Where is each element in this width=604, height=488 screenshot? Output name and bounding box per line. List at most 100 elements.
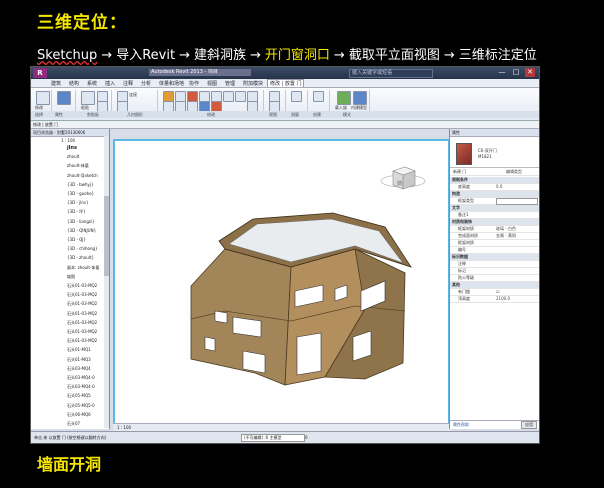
browser-view-item[interactable]: {3D - 坪} [67, 209, 86, 215]
trim-icon[interactable] [235, 91, 246, 102]
project-browser-header: 项目浏览器 - 别墅20130606 [31, 129, 109, 137]
property-value-field[interactable] [496, 198, 538, 205]
instance-selector[interactable]: 新建 门 [453, 169, 466, 175]
tab-annotate[interactable]: 注释 [123, 80, 133, 87]
tab-structure[interactable]: 结构 [69, 80, 79, 87]
property-row[interactable]: 有门槛 ☑ [450, 289, 539, 296]
workset-dropdown[interactable]: (不可编辑) :0 主模型 [241, 434, 305, 442]
create-group-icon[interactable] [313, 91, 324, 102]
property-row[interactable]: 框架材质 玻璃 - 白色 [450, 226, 539, 233]
property-row[interactable]: 顶高度 2100.0 [450, 296, 539, 303]
close-button[interactable]: ✕ [525, 68, 535, 77]
property-row[interactable]: 框架类型 [450, 198, 539, 205]
property-section[interactable]: 文字 [450, 205, 539, 212]
tab-analyze[interactable]: 分析 [141, 80, 151, 87]
property-row[interactable]: 标记 [450, 268, 539, 275]
revit-logo-icon[interactable]: R [33, 68, 47, 78]
browser-view-item[interactable]: {3D - guohe} [67, 191, 94, 196]
browser-view-item[interactable]: zhoult-体量 [67, 163, 89, 169]
browser-view-item[interactable]: 石头01-03-MQ2 [67, 311, 97, 317]
tab-massing[interactable]: 体量和场地 [159, 80, 184, 87]
browser-scale[interactable]: 1 : 100 [61, 138, 75, 143]
3d-viewport[interactable]: 前 [113, 139, 450, 426]
browser-view-item[interactable]: {3D - QJ} [67, 237, 86, 242]
view-scale[interactable]: 1 : 100 [117, 424, 131, 431]
maximize-button[interactable]: □ [511, 68, 521, 77]
properties-palette: 属性 C6-双开门 M1821 新建 门 编辑类型 限制条件 底高度 0.0 构造 框架… [449, 129, 539, 429]
property-value[interactable]: 2100.0 [496, 296, 510, 302]
panel-view: 视图 [269, 112, 277, 117]
properties-help-link[interactable]: 属性帮助 [453, 421, 469, 429]
tab-modify-place-door[interactable]: 修改 | 放置 门 [267, 79, 305, 87]
browser-view-item[interactable]: 石头01-03-MQ2 [67, 301, 97, 307]
property-row[interactable]: 注释 [450, 261, 539, 268]
browser-scrollbar[interactable] [104, 136, 109, 428]
browser-view-item[interactable]: 石头01-MQ1 [67, 347, 91, 353]
measure-icon[interactable] [291, 91, 302, 102]
browser-view-item[interactable]: 石头07 [67, 421, 80, 427]
rotate-icon[interactable] [223, 91, 234, 102]
property-section[interactable]: 限制条件 [450, 177, 539, 184]
browser-view-item[interactable]: zhoult [67, 154, 79, 159]
property-section[interactable]: 标识数据 [450, 254, 539, 261]
browser-view-item[interactable]: 石头06-MQ6 [67, 412, 91, 418]
browser-view-item[interactable]: 石头05-MQ5-0 [67, 403, 95, 409]
load-family-icon[interactable] [337, 91, 351, 105]
property-value[interactable]: 金属 - 黄铜 [496, 233, 516, 239]
minimize-button[interactable]: — [497, 68, 507, 77]
tab-systems[interactable]: 系统 [87, 80, 97, 87]
browser-view-item[interactable]: 石头03-MQ4 [67, 366, 91, 372]
browser-view-item[interactable]: 副本: zhoult-体量 [67, 265, 99, 271]
property-value[interactable]: ☑ [496, 289, 500, 295]
property-value[interactable]: 玻璃 - 白色 [496, 226, 516, 232]
browser-view-item[interactable]: {3D - chihong} [67, 246, 98, 251]
inplace-model-icon[interactable] [353, 91, 367, 105]
browser-view-item[interactable]: 石头01-03-MQ2 [67, 329, 97, 335]
modify-tool-icon[interactable] [36, 91, 50, 105]
browser-view-item[interactable]: {3D - bwhyj} [67, 182, 94, 187]
tab-insert[interactable]: 插入 [105, 80, 115, 87]
tab-collaborate[interactable]: 协作 [189, 80, 199, 87]
properties-icon[interactable] [57, 91, 71, 105]
scrollbar-thumb[interactable] [104, 196, 109, 276]
browser-view-item[interactable]: {3D - zhoult} [67, 255, 94, 260]
tab-architecture[interactable]: 建筑 [51, 80, 61, 87]
property-key: 框架材质 [458, 226, 474, 231]
property-value[interactable]: 0.0 [496, 184, 502, 190]
browser-view-item[interactable]: {3D - jlns} [67, 200, 89, 205]
property-section[interactable]: 其他 [450, 282, 539, 289]
tab-addins[interactable]: 附加模块 [243, 80, 263, 87]
type-selector[interactable]: C6-双开门 M1821 [450, 137, 539, 168]
browser-view-item[interactable]: zhoult-导sketch [67, 173, 98, 179]
property-row[interactable]: 框架材质 [450, 240, 539, 247]
browser-view-item[interactable]: 石头01-03-MQ2 [67, 338, 97, 344]
property-row[interactable]: 防火等级 [450, 275, 539, 282]
browser-view-item[interactable]: 石头03-MQ4-0 [67, 384, 95, 390]
browser-view-item[interactable]: 石头05-MQ5 [67, 393, 91, 399]
property-key: 限制条件 [452, 177, 468, 182]
browser-view-item[interactable]: 坡图 [67, 274, 75, 280]
browser-view-item[interactable]: 石头03-MQ4-0 [67, 375, 95, 381]
edit-type-button[interactable]: 编辑类型 [506, 169, 522, 175]
search-input[interactable]: 键入关键字或短语 [349, 69, 433, 78]
browser-view-item[interactable]: 石头01-MQ3 [67, 357, 91, 363]
property-row[interactable]: 备注1 [450, 212, 539, 219]
property-section[interactable]: 构造 [450, 191, 539, 198]
apply-button[interactable]: 应用 [521, 421, 537, 429]
viewcube[interactable] [380, 166, 426, 190]
paste-icon[interactable] [81, 91, 95, 105]
property-row[interactable]: 底高度 0.0 [450, 184, 539, 191]
browser-view-item[interactable]: 石头01-03-MQ2 [67, 292, 97, 298]
property-section[interactable]: 材质和装饰 [450, 219, 539, 226]
browser-view-item[interactable]: 石头01-03-MQ2 [67, 320, 97, 326]
browser-view-item[interactable]: jlns [67, 145, 77, 151]
property-row[interactable]: 完成面材质 金属 - 黄铜 [450, 233, 539, 240]
tab-manage[interactable]: 管理 [225, 80, 235, 87]
browser-view-item[interactable]: {3D - liangzi} [67, 219, 95, 224]
slide-caption: 墙面开洞 [37, 455, 102, 474]
tab-view[interactable]: 视图 [207, 80, 217, 87]
browser-view-item[interactable]: {3D - QINJUN} [67, 228, 96, 233]
property-row[interactable]: 编号 [450, 247, 539, 254]
instance-row[interactable]: 新建 门 编辑类型 [450, 169, 539, 176]
browser-view-item[interactable]: 石头01-03-MQ2 [67, 283, 97, 289]
